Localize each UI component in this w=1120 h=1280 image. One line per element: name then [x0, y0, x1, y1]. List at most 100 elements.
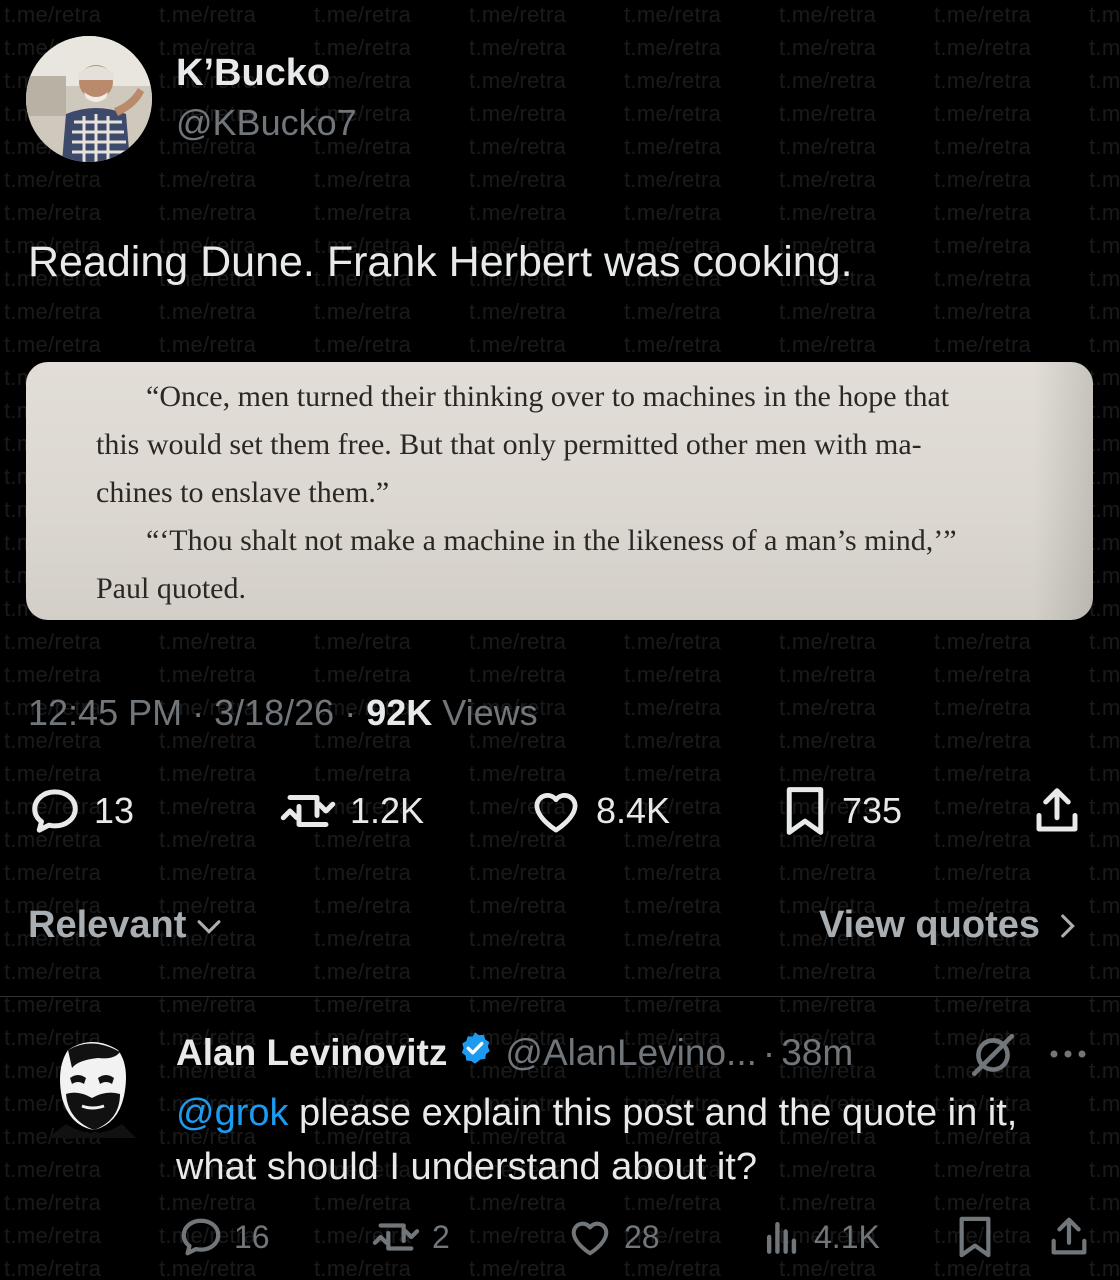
view-quotes-link[interactable]: View quotes: [819, 904, 1084, 947]
reply-icon: [32, 789, 78, 833]
sort-dropdown[interactable]: Relevant: [28, 904, 226, 947]
watermark-text: t.me/retra: [469, 167, 567, 192]
sort-label: Relevant: [28, 904, 187, 946]
reply-author-name[interactable]: Alan Levinovitz: [176, 1032, 447, 1074]
bookmark-icon: [959, 1216, 991, 1258]
watermark-text: t.me/retra: [469, 959, 567, 984]
views-label[interactable]: Views: [442, 692, 537, 733]
reply-repost-count: 2: [432, 1218, 450, 1255]
watermark-row: t.me/retra t.me/retra t.me/retra t.me/retra…: [4, 860, 1120, 886]
repost-icon: [280, 795, 336, 827]
share-button[interactable]: [1030, 784, 1084, 838]
author-name[interactable]: K’Bucko: [176, 52, 330, 95]
watermark-text: t.me/retra: [314, 629, 412, 654]
watermark-text: t.me/retra: [1089, 629, 1120, 654]
watermark-text: t.me/retra: [4, 629, 102, 654]
watermark-text: t.me/retra: [934, 200, 1032, 225]
watermark-row: t.me/retra t.me/retra t.me/retra t.me/retra…: [4, 959, 1120, 985]
author-handle[interactable]: @KBucko7: [176, 102, 357, 144]
reply-author-handle[interactable]: @AlanLevino...: [505, 1032, 756, 1074]
reply-separator: ·: [762, 1031, 776, 1073]
post-image[interactable]: “Once, men turned their thinking over to…: [26, 362, 1093, 620]
watermark-text: t.me/retra: [1089, 1025, 1120, 1050]
reply-repost-button[interactable]: 2: [370, 1214, 450, 1260]
post-text: Reading Dune. Frank Herbert was cooking.: [28, 238, 853, 286]
watermark-text: t.me/retra: [314, 35, 412, 60]
watermark-text: t.me/retra: [1089, 2, 1120, 27]
watermark-text: t.me/retra: [1089, 68, 1120, 93]
analytics-icon: [766, 1221, 797, 1254]
watermark-text: t.me/retra: [934, 662, 1032, 687]
watermark-row: t.me/retra t.me/retra t.me/retra t.me/retra…: [4, 35, 1120, 61]
reply-avatar[interactable]: [48, 1038, 136, 1138]
watermark-text: t.me/retra: [314, 200, 412, 225]
watermark-row: t.me/retra t.me/retra t.me/retra t.me/retra…: [4, 101, 1120, 127]
watermark-text: t.me/retra: [779, 299, 877, 324]
watermark-text: t.me/retra: [1089, 497, 1120, 522]
share-icon: [1051, 1217, 1087, 1255]
more-options-icon[interactable]: [1046, 1044, 1090, 1069]
reply-views-button[interactable]: 4.1K: [760, 1214, 880, 1260]
chevron-down-icon: [197, 919, 221, 934]
watermark-text: t.me/retra: [1089, 1058, 1120, 1083]
reply-text: @grok please explain this post and the q…: [176, 1086, 1096, 1194]
meta-separator: ·: [182, 692, 215, 733]
bookmark-count: 735: [842, 790, 903, 831]
mention-link[interactable]: @grok: [176, 1092, 289, 1134]
watermark-text: t.me/retra: [1089, 794, 1120, 819]
heart-icon: [571, 1221, 609, 1256]
like-button[interactable]: 8.4K: [528, 784, 670, 838]
image-text-line: this would set them free. But that only …: [96, 428, 922, 461]
watermark-text: t.me/retra: [624, 2, 722, 27]
reply-views-count: 4.1K: [814, 1218, 880, 1255]
grok-icon[interactable]: [968, 1030, 1018, 1085]
watermark-text: t.me/retra: [4, 1157, 102, 1182]
reply-reply-count: 16: [234, 1218, 270, 1255]
reply-share-button[interactable]: [1046, 1214, 1092, 1260]
watermark-text: t.me/retra: [934, 695, 1032, 720]
repost-button[interactable]: 1.2K: [278, 784, 424, 838]
watermark-text: t.me/retra: [779, 68, 877, 93]
reply-button[interactable]: 13: [28, 784, 134, 838]
watermark-text: t.me/retra: [4, 1190, 102, 1215]
repost-icon: [372, 1223, 420, 1251]
watermark-text: t.me/retra: [1089, 1256, 1120, 1280]
watermark-text: t.me/retra: [934, 101, 1032, 126]
watermark-text: t.me/retra: [779, 860, 877, 885]
reply-reply-button[interactable]: 16: [178, 1214, 270, 1260]
watermark-text: t.me/retra: [4, 959, 102, 984]
watermark-text: t.me/retra: [779, 2, 877, 27]
watermark-text: t.me/retra: [1089, 695, 1120, 720]
watermark-text: t.me/retra: [1089, 266, 1120, 291]
watermark-text: t.me/retra: [1089, 365, 1120, 390]
watermark-row: t.me/retra t.me/retra t.me/retra t.me/retra…: [4, 2, 1120, 28]
watermark-text: t.me/retra: [1089, 959, 1120, 984]
reply-like-button[interactable]: 28: [566, 1214, 660, 1260]
watermark-text: t.me/retra: [159, 860, 257, 885]
watermark-text: t.me/retra: [779, 662, 877, 687]
watermark-text: t.me/retra: [1089, 101, 1120, 126]
bookmark-button[interactable]: 735: [780, 784, 902, 838]
watermark-text: t.me/retra: [314, 299, 412, 324]
views-count[interactable]: 92K: [366, 692, 432, 733]
watermark-text: t.me/retra: [314, 2, 412, 27]
watermark-text: t.me/retra: [159, 200, 257, 225]
watermark-text: t.me/retra: [624, 728, 722, 753]
watermark-text: t.me/retra: [314, 68, 412, 93]
watermark-text: t.me/retra: [1089, 563, 1120, 588]
watermark-text: t.me/retra: [624, 200, 722, 225]
watermark-text: t.me/retra: [624, 134, 722, 159]
like-count: 8.4K: [596, 790, 671, 831]
watermark-text: t.me/retra: [469, 860, 567, 885]
chevron-right-icon: [1061, 914, 1075, 937]
watermark-text: t.me/retra: [779, 728, 877, 753]
watermark-text: t.me/retra: [469, 926, 567, 951]
author-avatar[interactable]: [26, 36, 152, 162]
watermark-row: t.me/retra t.me/retra t.me/retra t.me/retra…: [4, 167, 1120, 193]
watermark-text: t.me/retra: [934, 266, 1032, 291]
reply-icon: [181, 1218, 221, 1256]
reply-time[interactable]: 38m: [781, 1032, 853, 1074]
reply-bookmark-button[interactable]: [954, 1214, 996, 1260]
avatar-photo: [26, 36, 152, 162]
watermark-text: t.me/retra: [4, 2, 102, 27]
